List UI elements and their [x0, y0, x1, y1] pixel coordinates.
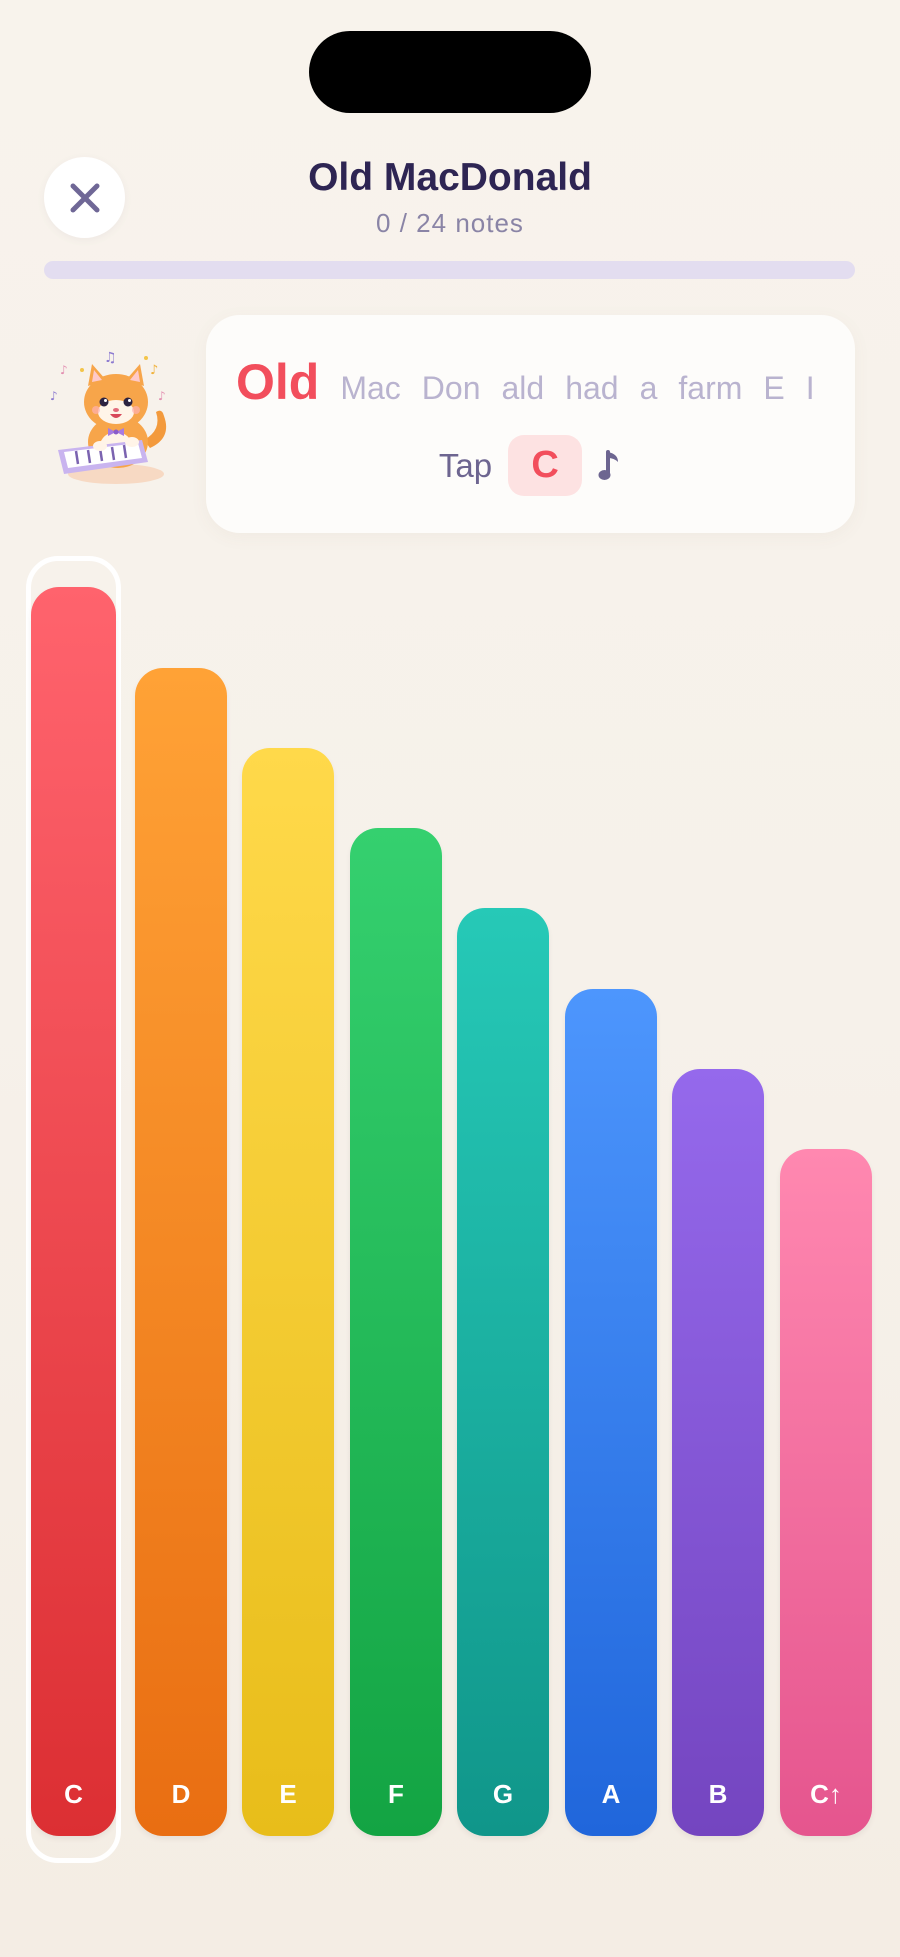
tap-label: Tap	[438, 446, 493, 484]
key-g[interactable]: G	[457, 908, 549, 1836]
progress-count: 0 / 24 notes	[376, 208, 524, 238]
lyric-word: farm	[678, 370, 743, 406]
svg-text:♫: ♫	[104, 350, 117, 366]
svg-text:♪: ♪	[50, 389, 58, 403]
cat-piano-mascot: ♫ ♪ ♪ ♪ ♪	[50, 350, 167, 484]
key-label: C↑	[810, 1779, 842, 1809]
dynamic-island	[309, 31, 591, 113]
lyric-word: a	[639, 370, 658, 406]
key-label: B	[708, 1779, 728, 1809]
progress-bar	[44, 261, 855, 279]
lyric-word: I	[805, 370, 815, 406]
svg-text:♪: ♪	[60, 363, 68, 377]
lyric-word-current: Old	[236, 354, 320, 410]
key-f[interactable]: F	[350, 828, 442, 1836]
svg-text:♪: ♪	[150, 363, 158, 378]
key-c-high[interactable]: C↑	[780, 1149, 872, 1836]
lyric-word: Mac	[340, 370, 401, 406]
lyric-word: E	[763, 370, 785, 406]
target-note-chip: C	[508, 435, 583, 496]
key-c[interactable]: C	[31, 587, 116, 1836]
key-b[interactable]: B	[672, 1069, 764, 1836]
lyrics-line: Old Mac Don ald had a farm E I	[236, 353, 815, 411]
key-a[interactable]: A	[565, 989, 657, 1836]
svg-text:♪: ♪	[158, 389, 166, 403]
key-label: F	[388, 1779, 404, 1809]
key-label: A	[601, 1779, 621, 1809]
tap-prompt: Tap C	[206, 435, 855, 496]
key-d[interactable]: D	[135, 668, 227, 1836]
song-title: Old MacDonald	[308, 156, 592, 199]
music-note-icon	[598, 449, 619, 480]
lyric-word: ald	[501, 370, 545, 406]
key-e[interactable]: E	[242, 748, 334, 1836]
key-label: E	[279, 1779, 297, 1809]
lyrics-card: Old Mac Don ald had a farm E I Tap C	[206, 315, 855, 533]
key-label: G	[492, 1779, 514, 1809]
key-label: C	[64, 1779, 83, 1809]
lyric-word: Don	[421, 370, 481, 406]
key-label: D	[171, 1779, 191, 1809]
lyric-word: had	[565, 370, 619, 406]
